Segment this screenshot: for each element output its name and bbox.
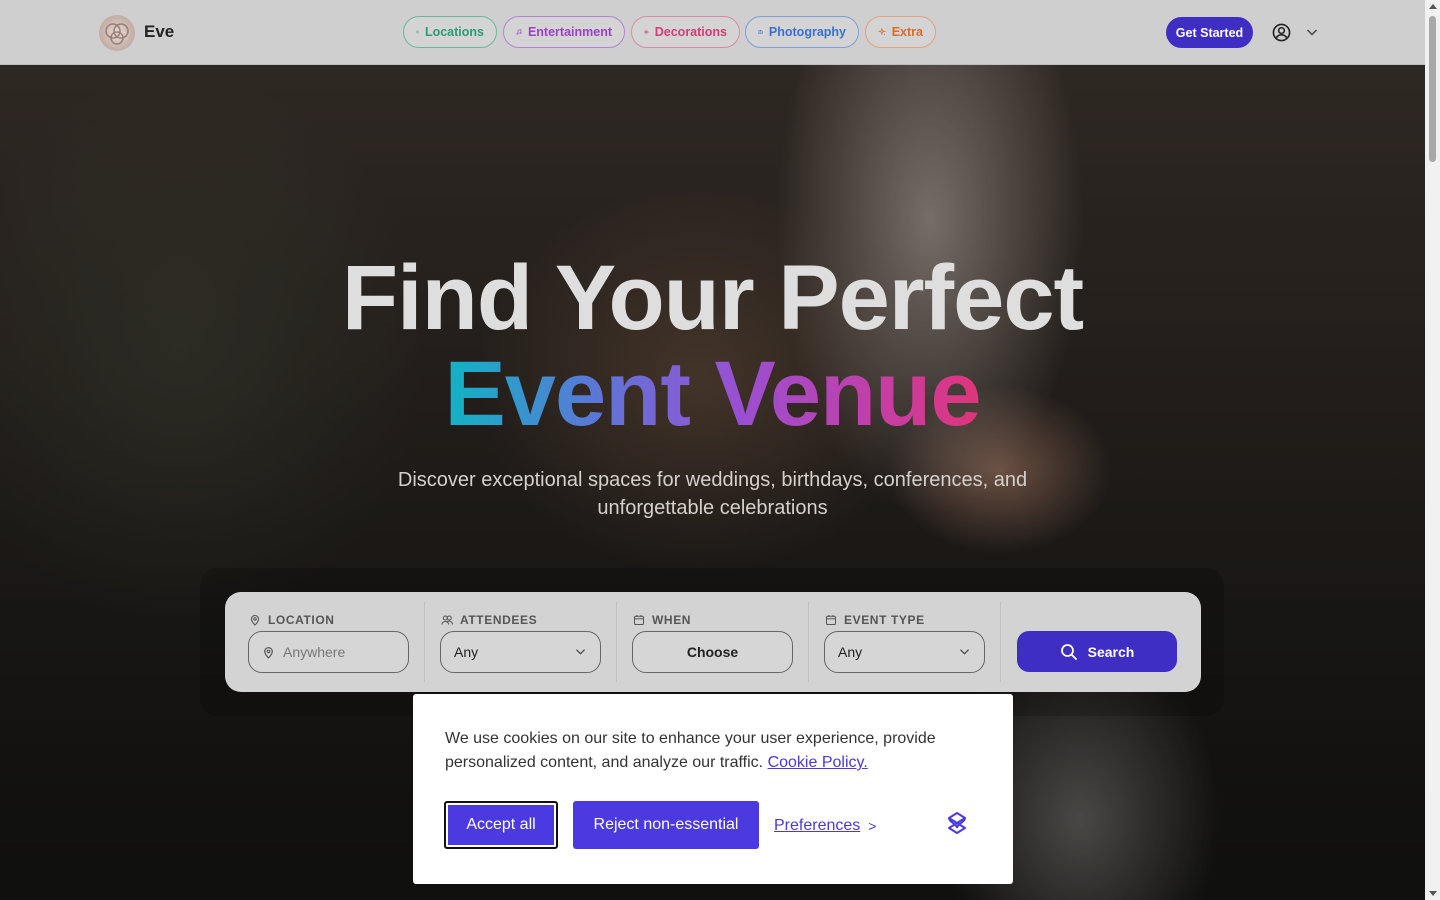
nav-chip-extra[interactable]: Extra [865, 16, 936, 48]
attendees-value: Any [454, 644, 479, 660]
scrollbar-thumb[interactable] [1429, 16, 1436, 162]
when-label: WHEN [633, 613, 691, 627]
chevron-down-icon [960, 649, 969, 655]
search-button-label: Search [1087, 643, 1135, 660]
get-started-button[interactable]: Get Started [1166, 17, 1253, 48]
attendees-label: ATTENDEES [441, 613, 537, 627]
nav-chip-locations[interactable]: Locations [403, 16, 497, 48]
preferences-link[interactable]: Preferences > [774, 817, 876, 835]
nav-chip-label: Entertainment [527, 25, 612, 39]
cookie-message: We use cookies on our site to enhance yo… [445, 727, 965, 775]
reject-non-essential-button[interactable]: Reject non-essential [573, 801, 759, 849]
when-field: WHEN Choose [617, 592, 809, 692]
nav-chip-label: Photography [768, 25, 846, 39]
location-input[interactable]: Anywhere [248, 631, 409, 673]
sparkle-icon [878, 27, 886, 36]
nav-chip-photography[interactable]: Photography [745, 16, 859, 48]
brand-name[interactable]: Eve [144, 22, 174, 42]
event-type-label: EVENT TYPE [825, 613, 925, 627]
location-field: LOCATION Anywhere [225, 592, 425, 692]
event-type-field: EVENT TYPE Any [809, 592, 1001, 692]
nav-chip-label: Locations [424, 25, 484, 39]
chevron-down-icon [576, 649, 585, 655]
event-type-value: Any [838, 644, 863, 660]
nav-chip-decorations[interactable]: Decorations [631, 16, 740, 48]
field-divider [1000, 602, 1001, 682]
chevron-right-icon: > [868, 818, 877, 834]
scroll-down-arrow-icon[interactable] [1429, 891, 1437, 896]
camera-icon [758, 30, 763, 34]
event-type-select[interactable]: Any [824, 631, 985, 673]
scroll-up-arrow-icon[interactable] [1429, 4, 1437, 9]
calendar-icon [634, 615, 644, 626]
chevron-down-icon[interactable] [1306, 27, 1318, 37]
preferences-label: Preferences [774, 817, 861, 834]
attendees-field: ATTENDEES Any [425, 592, 617, 692]
nav-chip-label: Decorations [654, 25, 727, 39]
location-placeholder: Anywhere [283, 644, 346, 660]
calendar-icon [826, 615, 836, 626]
hero-title-gradient: Event Venue [444, 343, 981, 445]
location-label: LOCATION [249, 613, 335, 627]
nav-chip-label: Extra [891, 25, 923, 39]
consent-provider-logo-icon[interactable] [943, 809, 971, 837]
page-scrollbar[interactable] [1425, 0, 1440, 900]
brand-logo[interactable] [99, 15, 135, 51]
hero-title-line1: Find Your Perfect [341, 247, 1084, 349]
when-label-text: WHEN [652, 613, 692, 627]
when-date-picker[interactable]: Choose [632, 631, 793, 673]
page: Eve Locations Entertainment Decorations … [0, 0, 1425, 900]
cookie-policy-link[interactable]: Cookie Policy. [768, 754, 868, 771]
cookie-consent-banner: We use cookies on our site to enhance yo… [413, 694, 1013, 884]
site-header: Eve Locations Entertainment Decorations … [0, 0, 1425, 65]
search-icon [1060, 643, 1077, 660]
pin-icon [250, 614, 260, 626]
search-button[interactable]: Search [1017, 631, 1177, 672]
pin-icon [264, 646, 273, 659]
attendees-label-text: ATTENDEES [460, 613, 538, 627]
flower-icon [644, 29, 649, 35]
attendees-select[interactable]: Any [440, 631, 601, 673]
building-icon [416, 30, 419, 34]
hero-subtitle: Discover exceptional spaces for weddings… [397, 469, 1028, 519]
hero-title-line2: Event Venue [0, 342, 1425, 447]
logo-mark-icon [105, 23, 129, 45]
event-type-label-text: EVENT TYPE [844, 613, 925, 627]
users-icon [441, 615, 453, 625]
music-icon [516, 29, 522, 35]
nav-chip-entertainment[interactable]: Entertainment [503, 16, 625, 48]
location-label-text: LOCATION [268, 613, 335, 627]
user-account-icon[interactable] [1272, 23, 1291, 42]
when-value: Choose [686, 644, 739, 660]
accept-all-button[interactable]: Accept all [444, 801, 558, 849]
